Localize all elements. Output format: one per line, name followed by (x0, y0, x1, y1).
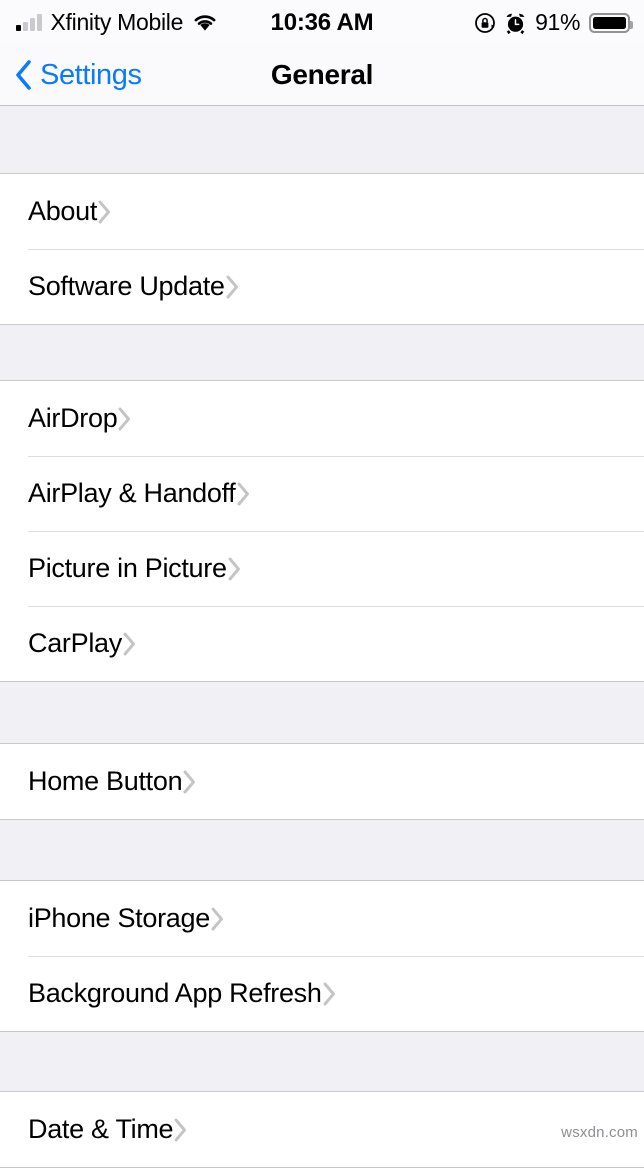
status-bar-right: 91% (474, 9, 633, 36)
battery-percentage: 91% (535, 9, 580, 35)
section-gap (0, 325, 644, 381)
chevron-right-icon (97, 199, 112, 225)
row-label: Background App Refresh (28, 978, 322, 1008)
chevron-right-icon (225, 274, 240, 300)
settings-row-software-update[interactable]: Software Update (0, 249, 644, 324)
section-gap (0, 106, 644, 174)
iphone-settings-general-screen: Xfinity Mobile 10:36 AM 91% Settings Gen… (0, 0, 644, 1168)
back-button[interactable]: Settings (0, 59, 142, 92)
chevron-right-icon (173, 1117, 188, 1143)
chevron-right-icon (322, 981, 337, 1007)
rotation-lock-icon (474, 12, 496, 34)
chevron-right-icon (227, 556, 242, 582)
section-gap (0, 1032, 644, 1092)
settings-row-airdrop[interactable]: AirDrop (0, 381, 644, 456)
settings-row-home-button[interactable]: Home Button (0, 744, 644, 819)
status-bar: Xfinity Mobile 10:36 AM 91% (0, 0, 644, 45)
chevron-right-icon (182, 769, 197, 795)
row-label: CarPlay (28, 628, 122, 658)
chevron-right-icon (210, 906, 225, 932)
row-label: Date & Time (28, 1114, 174, 1144)
settings-row-carplay[interactable]: CarPlay (0, 606, 644, 681)
settings-row-background-app-refresh[interactable]: Background App Refresh (0, 956, 644, 1031)
settings-row-iphone-storage[interactable]: iPhone Storage (0, 881, 644, 956)
chevron-right-icon (122, 631, 137, 657)
settings-row-picture-in-picture[interactable]: Picture in Picture (0, 531, 644, 606)
settings-row-about[interactable]: About (0, 174, 644, 249)
settings-section-5: Date & Time (0, 1092, 644, 1168)
settings-row-airplay-handoff[interactable]: AirPlay & Handoff (0, 456, 644, 531)
section-gap (0, 820, 644, 881)
back-button-label: Settings (40, 58, 142, 91)
navigation-bar: Settings General (0, 45, 644, 106)
chevron-left-icon (14, 59, 33, 91)
row-label: iPhone Storage (28, 903, 210, 933)
row-label: AirDrop (28, 403, 118, 433)
alarm-clock-icon (505, 12, 526, 34)
settings-list: About Software Update AirDrop AirPlay & … (0, 106, 644, 1168)
row-label: About (28, 196, 98, 226)
section-gap (0, 682, 644, 744)
settings-section-3: Home Button (0, 744, 644, 820)
row-label: Home Button (28, 766, 183, 796)
settings-section-2: AirDrop AirPlay & Handoff Picture in Pic… (0, 381, 644, 682)
chevron-right-icon (236, 481, 251, 507)
row-label: Picture in Picture (28, 553, 227, 583)
chevron-right-icon (117, 406, 132, 432)
battery-icon (589, 12, 633, 33)
settings-row-date-time[interactable]: Date & Time (0, 1092, 644, 1167)
settings-section-1: About Software Update (0, 174, 644, 325)
settings-section-4: iPhone Storage Background App Refresh (0, 881, 644, 1032)
row-label: AirPlay & Handoff (28, 478, 236, 508)
row-label: Software Update (28, 271, 225, 301)
